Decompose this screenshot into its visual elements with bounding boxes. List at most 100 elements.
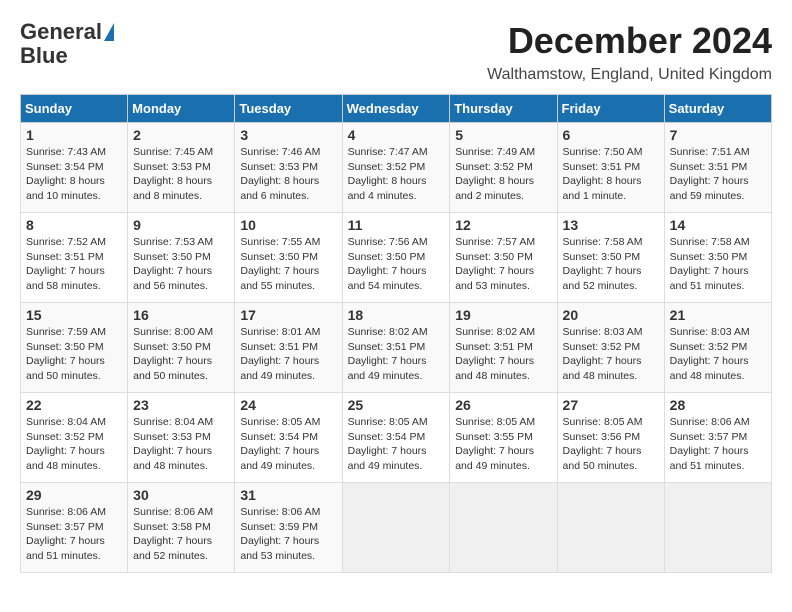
day-detail: Sunrise: 7:46 AMSunset: 3:53 PMDaylight:… — [240, 146, 320, 202]
calendar-cell: 14 Sunrise: 7:58 AMSunset: 3:50 PMDaylig… — [664, 213, 771, 303]
day-number: 29 — [26, 487, 122, 503]
day-detail: Sunrise: 8:04 AMSunset: 3:52 PMDaylight:… — [26, 416, 106, 472]
calendar-cell: 13 Sunrise: 7:58 AMSunset: 3:50 PMDaylig… — [557, 213, 664, 303]
day-detail: Sunrise: 7:43 AMSunset: 3:54 PMDaylight:… — [26, 146, 106, 202]
calendar-cell: 22 Sunrise: 8:04 AMSunset: 3:52 PMDaylig… — [21, 393, 128, 483]
day-number: 11 — [348, 217, 445, 233]
day-detail: Sunrise: 7:45 AMSunset: 3:53 PMDaylight:… — [133, 146, 213, 202]
logo-triangle-icon — [104, 23, 114, 41]
day-detail: Sunrise: 8:06 AMSunset: 3:57 PMDaylight:… — [26, 506, 106, 562]
day-detail: Sunrise: 7:51 AMSunset: 3:51 PMDaylight:… — [670, 146, 750, 202]
day-number: 26 — [455, 397, 551, 413]
main-title: December 2024 — [487, 20, 772, 62]
calendar-cell: 27 Sunrise: 8:05 AMSunset: 3:56 PMDaylig… — [557, 393, 664, 483]
calendar-cell — [450, 483, 557, 573]
day-detail: Sunrise: 8:05 AMSunset: 3:54 PMDaylight:… — [240, 416, 320, 472]
calendar-cell: 26 Sunrise: 8:05 AMSunset: 3:55 PMDaylig… — [450, 393, 557, 483]
calendar-cell: 19 Sunrise: 8:02 AMSunset: 3:51 PMDaylig… — [450, 303, 557, 393]
calendar-week-row: 8 Sunrise: 7:52 AMSunset: 3:51 PMDayligh… — [21, 213, 772, 303]
day-number: 1 — [26, 127, 122, 143]
day-detail: Sunrise: 7:58 AMSunset: 3:50 PMDaylight:… — [563, 236, 643, 292]
header: General Blue December 2024 Walthamstow, … — [20, 20, 772, 84]
day-number: 18 — [348, 307, 445, 323]
day-detail: Sunrise: 8:03 AMSunset: 3:52 PMDaylight:… — [563, 326, 643, 382]
calendar-week-row: 29 Sunrise: 8:06 AMSunset: 3:57 PMDaylig… — [21, 483, 772, 573]
calendar-cell: 24 Sunrise: 8:05 AMSunset: 3:54 PMDaylig… — [235, 393, 342, 483]
calendar-cell: 15 Sunrise: 7:59 AMSunset: 3:50 PMDaylig… — [21, 303, 128, 393]
day-number: 19 — [455, 307, 551, 323]
calendar-cell: 8 Sunrise: 7:52 AMSunset: 3:51 PMDayligh… — [21, 213, 128, 303]
calendar-week-row: 22 Sunrise: 8:04 AMSunset: 3:52 PMDaylig… — [21, 393, 772, 483]
calendar-cell — [342, 483, 450, 573]
calendar-cell: 31 Sunrise: 8:06 AMSunset: 3:59 PMDaylig… — [235, 483, 342, 573]
calendar-cell: 17 Sunrise: 8:01 AMSunset: 3:51 PMDaylig… — [235, 303, 342, 393]
day-number: 6 — [563, 127, 659, 143]
calendar-cell: 28 Sunrise: 8:06 AMSunset: 3:57 PMDaylig… — [664, 393, 771, 483]
day-detail: Sunrise: 8:00 AMSunset: 3:50 PMDaylight:… — [133, 326, 213, 382]
day-number: 24 — [240, 397, 336, 413]
calendar-week-row: 1 Sunrise: 7:43 AMSunset: 3:54 PMDayligh… — [21, 123, 772, 213]
day-detail: Sunrise: 7:50 AMSunset: 3:51 PMDaylight:… — [563, 146, 643, 202]
day-number: 8 — [26, 217, 122, 233]
day-detail: Sunrise: 7:49 AMSunset: 3:52 PMDaylight:… — [455, 146, 535, 202]
day-number: 14 — [670, 217, 766, 233]
day-number: 30 — [133, 487, 229, 503]
calendar-header-row: SundayMondayTuesdayWednesdayThursdayFrid… — [21, 95, 772, 123]
calendar-cell: 11 Sunrise: 7:56 AMSunset: 3:50 PMDaylig… — [342, 213, 450, 303]
day-number: 4 — [348, 127, 445, 143]
day-detail: Sunrise: 8:03 AMSunset: 3:52 PMDaylight:… — [670, 326, 750, 382]
day-detail: Sunrise: 7:59 AMSunset: 3:50 PMDaylight:… — [26, 326, 106, 382]
day-number: 9 — [133, 217, 229, 233]
calendar-cell — [664, 483, 771, 573]
day-detail: Sunrise: 8:06 AMSunset: 3:58 PMDaylight:… — [133, 506, 213, 562]
day-detail: Sunrise: 8:01 AMSunset: 3:51 PMDaylight:… — [240, 326, 320, 382]
day-detail: Sunrise: 7:47 AMSunset: 3:52 PMDaylight:… — [348, 146, 428, 202]
day-number: 16 — [133, 307, 229, 323]
day-number: 12 — [455, 217, 551, 233]
day-number: 23 — [133, 397, 229, 413]
day-number: 15 — [26, 307, 122, 323]
day-number: 13 — [563, 217, 659, 233]
day-number: 10 — [240, 217, 336, 233]
calendar-cell: 3 Sunrise: 7:46 AMSunset: 3:53 PMDayligh… — [235, 123, 342, 213]
subtitle: Walthamstow, England, United Kingdom — [487, 66, 772, 84]
calendar-cell: 23 Sunrise: 8:04 AMSunset: 3:53 PMDaylig… — [128, 393, 235, 483]
calendar-header-thursday: Thursday — [450, 95, 557, 123]
calendar-header-tuesday: Tuesday — [235, 95, 342, 123]
logo-blue: Blue — [20, 44, 68, 68]
day-number: 7 — [670, 127, 766, 143]
day-detail: Sunrise: 7:57 AMSunset: 3:50 PMDaylight:… — [455, 236, 535, 292]
day-number: 17 — [240, 307, 336, 323]
logo: General Blue — [20, 20, 114, 68]
day-detail: Sunrise: 8:06 AMSunset: 3:57 PMDaylight:… — [670, 416, 750, 472]
day-detail: Sunrise: 8:05 AMSunset: 3:56 PMDaylight:… — [563, 416, 643, 472]
day-number: 31 — [240, 487, 336, 503]
calendar-header-saturday: Saturday — [664, 95, 771, 123]
calendar-header-sunday: Sunday — [21, 95, 128, 123]
logo-general: General — [20, 20, 102, 44]
day-number: 3 — [240, 127, 336, 143]
calendar-cell: 16 Sunrise: 8:00 AMSunset: 3:50 PMDaylig… — [128, 303, 235, 393]
day-number: 25 — [348, 397, 445, 413]
calendar-header-wednesday: Wednesday — [342, 95, 450, 123]
calendar-cell: 18 Sunrise: 8:02 AMSunset: 3:51 PMDaylig… — [342, 303, 450, 393]
calendar-cell: 30 Sunrise: 8:06 AMSunset: 3:58 PMDaylig… — [128, 483, 235, 573]
day-detail: Sunrise: 7:56 AMSunset: 3:50 PMDaylight:… — [348, 236, 428, 292]
calendar-cell: 10 Sunrise: 7:55 AMSunset: 3:50 PMDaylig… — [235, 213, 342, 303]
day-number: 20 — [563, 307, 659, 323]
calendar-cell: 29 Sunrise: 8:06 AMSunset: 3:57 PMDaylig… — [21, 483, 128, 573]
calendar-header-monday: Monday — [128, 95, 235, 123]
calendar-header-friday: Friday — [557, 95, 664, 123]
day-detail: Sunrise: 8:02 AMSunset: 3:51 PMDaylight:… — [455, 326, 535, 382]
day-detail: Sunrise: 7:52 AMSunset: 3:51 PMDaylight:… — [26, 236, 106, 292]
day-number: 22 — [26, 397, 122, 413]
day-detail: Sunrise: 8:06 AMSunset: 3:59 PMDaylight:… — [240, 506, 320, 562]
day-number: 27 — [563, 397, 659, 413]
calendar-cell: 7 Sunrise: 7:51 AMSunset: 3:51 PMDayligh… — [664, 123, 771, 213]
calendar-cell: 21 Sunrise: 8:03 AMSunset: 3:52 PMDaylig… — [664, 303, 771, 393]
day-detail: Sunrise: 8:04 AMSunset: 3:53 PMDaylight:… — [133, 416, 213, 472]
calendar-week-row: 15 Sunrise: 7:59 AMSunset: 3:50 PMDaylig… — [21, 303, 772, 393]
calendar-cell: 25 Sunrise: 8:05 AMSunset: 3:54 PMDaylig… — [342, 393, 450, 483]
calendar-cell: 5 Sunrise: 7:49 AMSunset: 3:52 PMDayligh… — [450, 123, 557, 213]
calendar-cell: 4 Sunrise: 7:47 AMSunset: 3:52 PMDayligh… — [342, 123, 450, 213]
